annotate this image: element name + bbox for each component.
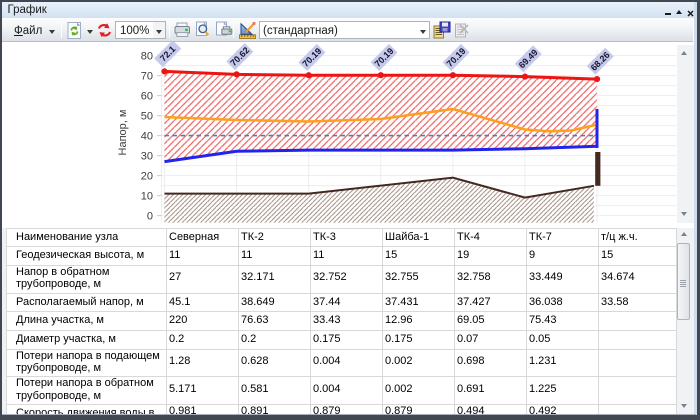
svg-text:60: 60 <box>141 91 153 103</box>
svg-text:80: 80 <box>141 51 153 63</box>
svg-text:10: 10 <box>141 191 153 203</box>
svg-text:50: 50 <box>141 111 153 123</box>
svg-text:30: 30 <box>141 151 153 163</box>
svg-text:Напор, м: Напор, м <box>117 110 129 156</box>
svg-text:40: 40 <box>141 131 153 143</box>
svg-text:20: 20 <box>141 171 153 183</box>
svg-text:0: 0 <box>147 211 153 223</box>
svg-text:70: 70 <box>141 71 153 83</box>
